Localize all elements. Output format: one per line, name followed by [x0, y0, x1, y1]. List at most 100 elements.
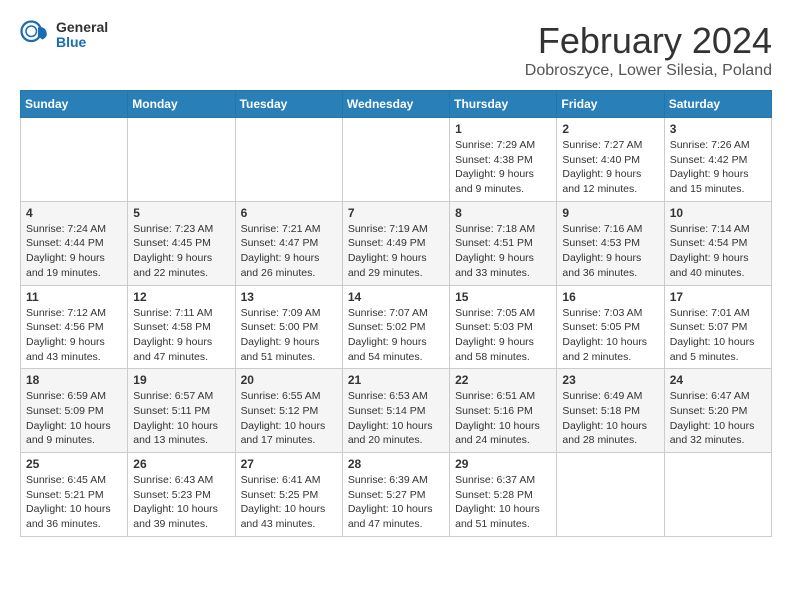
calendar-cell: 19 Sunrise: 6:57 AM Sunset: 5:11 PM Dayli… — [128, 369, 235, 453]
calendar-week-row: 25Sunrise: 6:45 AM Sunset: 5:21 PM Dayli… — [21, 453, 772, 537]
day-number: 18 — [26, 373, 122, 387]
day-number: 25 — [26, 457, 122, 471]
day-number: 12 — [133, 290, 229, 304]
day-info: Sunrise: 7:23 AM Sunset: 4:45 PM Dayligh… — [133, 222, 229, 281]
weekday-header-monday: Monday — [128, 91, 235, 118]
calendar-cell: 18 Sunrise: 6:59 AM Sunset: 5:09 PM Dayli… — [21, 369, 128, 453]
day-info: Sunrise: 6:51 AM Sunset: 5:16 PM Dayligh… — [455, 389, 551, 448]
day-info: Sunrise: 7:11 AM Sunset: 4:58 PM Dayligh… — [133, 306, 229, 365]
day-info: Sunrise: 7:14 AM Sunset: 4:54 PM Dayligh… — [670, 222, 766, 281]
day-info: Sunrise: 7:29 AM Sunset: 4:38 PM Dayligh… — [455, 138, 551, 197]
day-number: 17 — [670, 290, 766, 304]
calendar-cell: 11 Sunrise: 7:12 AM Sunset: 4:56 PM Dayli… — [21, 285, 128, 369]
calendar-cell: 16Sunrise: 7:03 AM Sunset: 5:05 PM Dayli… — [557, 285, 664, 369]
day-number: 2 — [562, 122, 658, 136]
day-info: Sunrise: 7:24 AM Sunset: 4:44 PM Dayligh… — [26, 222, 122, 281]
calendar-cell: 5Sunrise: 7:23 AM Sunset: 4:45 PM Daylig… — [128, 201, 235, 285]
day-number: 26 — [133, 457, 229, 471]
calendar-cell: 7 Sunrise: 7:19 AM Sunset: 4:49 PM Daylig… — [342, 201, 449, 285]
day-info: Sunrise: 7:16 AM Sunset: 4:53 PM Dayligh… — [562, 222, 658, 281]
calendar-cell: 10 Sunrise: 7:14 AM Sunset: 4:54 PM Dayli… — [664, 201, 771, 285]
day-info: Sunrise: 7:05 AM Sunset: 5:03 PM Dayligh… — [455, 306, 551, 365]
day-number: 24 — [670, 373, 766, 387]
day-info: Sunrise: 6:59 AM Sunset: 5:09 PM Dayligh… — [26, 389, 122, 448]
calendar-cell: 23 Sunrise: 6:49 AM Sunset: 5:18 PM Dayli… — [557, 369, 664, 453]
day-number: 1 — [455, 122, 551, 136]
calendar-cell — [235, 118, 342, 202]
calendar-cell: 27 Sunrise: 6:41 AM Sunset: 5:25 PM Dayli… — [235, 453, 342, 537]
day-number: 6 — [241, 206, 337, 220]
weekday-header-thursday: Thursday — [450, 91, 557, 118]
calendar-body: 1 Sunrise: 7:29 AM Sunset: 4:38 PM Daylig… — [21, 118, 772, 537]
day-number: 15 — [455, 290, 551, 304]
day-info: Sunrise: 7:21 AM Sunset: 4:47 PM Dayligh… — [241, 222, 337, 281]
calendar-cell — [21, 118, 128, 202]
day-info: Sunrise: 7:03 AM Sunset: 5:05 PM Dayligh… — [562, 306, 658, 365]
day-info: Sunrise: 7:18 AM Sunset: 4:51 PM Dayligh… — [455, 222, 551, 281]
calendar-cell — [128, 118, 235, 202]
calendar-cell: 17 Sunrise: 7:01 AM Sunset: 5:07 PM Dayli… — [664, 285, 771, 369]
day-info: Sunrise: 7:01 AM Sunset: 5:07 PM Dayligh… — [670, 306, 766, 365]
day-info: Sunrise: 6:41 AM Sunset: 5:25 PM Dayligh… — [241, 473, 337, 532]
logo-icon — [20, 20, 50, 50]
calendar-week-row: 11 Sunrise: 7:12 AM Sunset: 4:56 PM Dayli… — [21, 285, 772, 369]
calendar-cell: 12 Sunrise: 7:11 AM Sunset: 4:58 PM Dayli… — [128, 285, 235, 369]
day-info: Sunrise: 7:19 AM Sunset: 4:49 PM Dayligh… — [348, 222, 444, 281]
day-number: 21 — [348, 373, 444, 387]
day-info: Sunrise: 6:49 AM Sunset: 5:18 PM Dayligh… — [562, 389, 658, 448]
calendar-cell: 24 Sunrise: 6:47 AM Sunset: 5:20 PM Dayli… — [664, 369, 771, 453]
calendar-cell: 29Sunrise: 6:37 AM Sunset: 5:28 PM Dayli… — [450, 453, 557, 537]
calendar-cell: 4 Sunrise: 7:24 AM Sunset: 4:44 PM Daylig… — [21, 201, 128, 285]
weekday-header-friday: Friday — [557, 91, 664, 118]
day-info: Sunrise: 6:53 AM Sunset: 5:14 PM Dayligh… — [348, 389, 444, 448]
day-info: Sunrise: 6:43 AM Sunset: 5:23 PM Dayligh… — [133, 473, 229, 532]
day-number: 28 — [348, 457, 444, 471]
weekday-header-wednesday: Wednesday — [342, 91, 449, 118]
day-info: Sunrise: 7:09 AM Sunset: 5:00 PM Dayligh… — [241, 306, 337, 365]
day-info: Sunrise: 6:57 AM Sunset: 5:11 PM Dayligh… — [133, 389, 229, 448]
logo-general-text: General — [56, 20, 108, 35]
title-section: February 2024 Dobroszyce, Lower Silesia,… — [525, 20, 772, 80]
calendar-table: SundayMondayTuesdayWednesdayThursdayFrid… — [20, 90, 772, 537]
day-number: 14 — [348, 290, 444, 304]
day-number: 29 — [455, 457, 551, 471]
calendar-cell: 14 Sunrise: 7:07 AM Sunset: 5:02 PM Dayli… — [342, 285, 449, 369]
calendar-cell: 15 Sunrise: 7:05 AM Sunset: 5:03 PM Dayli… — [450, 285, 557, 369]
calendar-cell: 2Sunrise: 7:27 AM Sunset: 4:40 PM Daylig… — [557, 118, 664, 202]
calendar-cell: 28 Sunrise: 6:39 AM Sunset: 5:27 PM Dayli… — [342, 453, 449, 537]
calendar-cell: 1 Sunrise: 7:29 AM Sunset: 4:38 PM Daylig… — [450, 118, 557, 202]
calendar-cell: 20Sunrise: 6:55 AM Sunset: 5:12 PM Dayli… — [235, 369, 342, 453]
calendar-cell: 22 Sunrise: 6:51 AM Sunset: 5:16 PM Dayli… — [450, 369, 557, 453]
day-info: Sunrise: 6:39 AM Sunset: 5:27 PM Dayligh… — [348, 473, 444, 532]
calendar-week-row: 18 Sunrise: 6:59 AM Sunset: 5:09 PM Dayli… — [21, 369, 772, 453]
calendar-week-row: 4 Sunrise: 7:24 AM Sunset: 4:44 PM Daylig… — [21, 201, 772, 285]
calendar-cell: 3Sunrise: 7:26 AM Sunset: 4:42 PM Daylig… — [664, 118, 771, 202]
page-header: General Blue February 2024 Dobroszyce, L… — [20, 20, 772, 80]
calendar-week-row: 1 Sunrise: 7:29 AM Sunset: 4:38 PM Daylig… — [21, 118, 772, 202]
location: Dobroszyce, Lower Silesia, Poland — [525, 62, 772, 80]
day-number: 11 — [26, 290, 122, 304]
day-number: 10 — [670, 206, 766, 220]
day-number: 13 — [241, 290, 337, 304]
month-title: February 2024 — [525, 20, 772, 62]
calendar-cell: 26 Sunrise: 6:43 AM Sunset: 5:23 PM Dayli… — [128, 453, 235, 537]
day-number: 8 — [455, 206, 551, 220]
day-number: 27 — [241, 457, 337, 471]
calendar-cell — [557, 453, 664, 537]
day-number: 19 — [133, 373, 229, 387]
day-number: 4 — [26, 206, 122, 220]
weekday-header-sunday: Sunday — [21, 91, 128, 118]
day-number: 7 — [348, 206, 444, 220]
logo-text: General Blue — [56, 20, 108, 51]
day-number: 23 — [562, 373, 658, 387]
calendar-cell — [342, 118, 449, 202]
day-info: Sunrise: 7:12 AM Sunset: 4:56 PM Dayligh… — [26, 306, 122, 365]
calendar-cell: 21 Sunrise: 6:53 AM Sunset: 5:14 PM Dayli… — [342, 369, 449, 453]
day-info: Sunrise: 7:26 AM Sunset: 4:42 PM Dayligh… — [670, 138, 766, 197]
day-number: 22 — [455, 373, 551, 387]
calendar-cell: 8 Sunrise: 7:18 AM Sunset: 4:51 PM Daylig… — [450, 201, 557, 285]
day-info: Sunrise: 7:07 AM Sunset: 5:02 PM Dayligh… — [348, 306, 444, 365]
calendar-cell — [664, 453, 771, 537]
day-number: 9 — [562, 206, 658, 220]
day-info: Sunrise: 6:47 AM Sunset: 5:20 PM Dayligh… — [670, 389, 766, 448]
